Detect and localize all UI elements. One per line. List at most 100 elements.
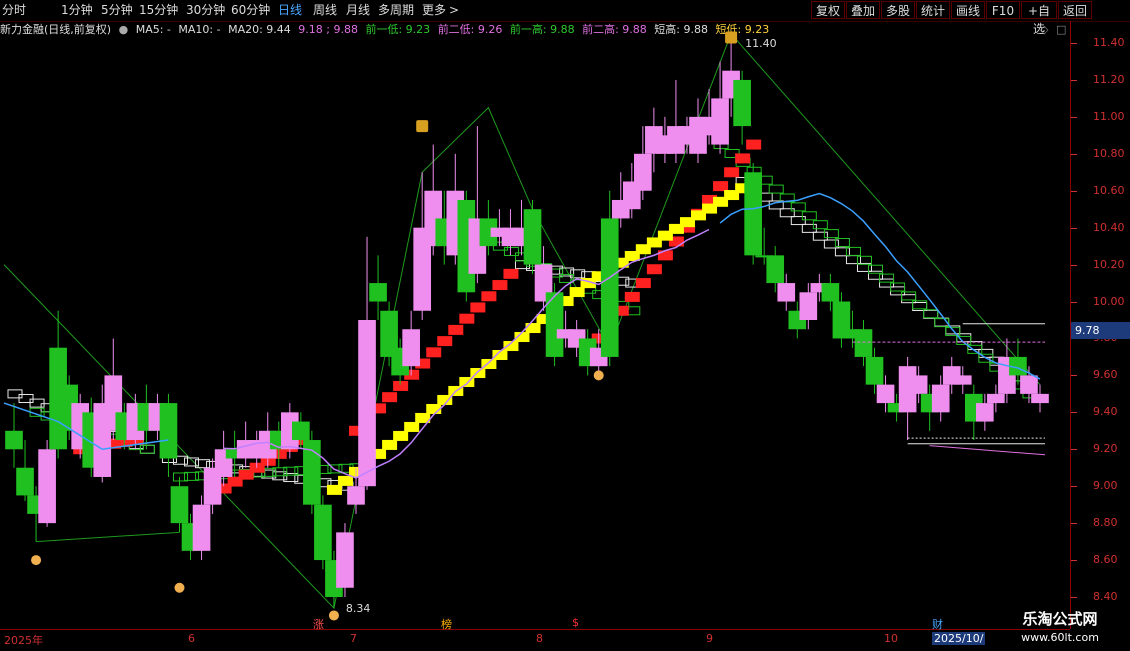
toolbar-button-5[interactable]: F10	[986, 1, 1020, 19]
hand-pointer-icon	[31, 555, 42, 566]
red-step	[635, 278, 651, 289]
date-label: 8	[536, 632, 543, 645]
toolbar-button-1[interactable]: 叠加	[846, 1, 880, 19]
candle-body	[600, 218, 619, 357]
candle-body	[777, 283, 796, 302]
candle-body	[799, 292, 818, 320]
candle-body	[292, 421, 310, 441]
top-marker-icon	[725, 31, 738, 44]
candle-body	[909, 375, 928, 394]
price-tick: 10.00	[1093, 294, 1125, 308]
green-step	[879, 273, 895, 283]
green-step	[901, 291, 917, 301]
green-step	[768, 184, 784, 194]
yellow-step	[404, 421, 420, 432]
yellow-step	[337, 475, 353, 486]
price-tick-mark	[1071, 301, 1077, 303]
price-tick: 10.80	[1093, 146, 1125, 160]
event-marker[interactable]: 涨	[313, 616, 324, 632]
candle-body	[634, 153, 652, 191]
toolbar-button-7[interactable]: 返回	[1058, 1, 1092, 19]
red-step	[382, 392, 398, 403]
price-tick: 11.20	[1093, 72, 1125, 86]
red-step	[426, 347, 442, 358]
candle-body	[159, 403, 178, 459]
period-toolbar: 分时 1分钟 5分钟 15分钟 30分钟 60分钟 日线 周线 月线 多周期 更多 > 复权 叠加 多股 统计…	[0, 0, 1130, 36]
candle-body	[1031, 393, 1049, 404]
white-step	[18, 393, 34, 403]
high-price-label: 11.40	[745, 37, 777, 50]
green-step	[184, 471, 200, 481]
period-tab-0[interactable]: 分时	[2, 2, 26, 18]
candle-body	[987, 393, 1005, 404]
price-tick: 8.80	[1093, 516, 1118, 530]
price-tick-mark	[1071, 560, 1077, 562]
toolbar-button-4[interactable]: 画线	[951, 1, 985, 19]
candle-body	[876, 384, 895, 404]
candle-body	[953, 375, 972, 385]
price-tick: 8.40	[1093, 590, 1118, 603]
toolbar-button-2[interactable]: 多股	[881, 1, 915, 19]
price-tick-mark	[1071, 597, 1077, 598]
period-tab-4[interactable]: 30分钟	[186, 2, 225, 18]
trend-line	[3, 32, 1041, 610]
candle-body	[1020, 375, 1038, 394]
kline-chart[interactable]: 11.40 8.34	[0, 21, 1070, 629]
date-label: 7	[350, 632, 357, 645]
candle-body	[976, 403, 994, 422]
date-label: 6	[188, 632, 195, 645]
candle-body	[854, 329, 873, 357]
white-step	[812, 231, 828, 241]
toolbar-button-6[interactable]: +自选	[1021, 1, 1057, 36]
price-tick-mark	[1071, 190, 1077, 192]
red-step	[437, 336, 453, 347]
event-marker[interactable]: 财	[932, 616, 943, 632]
price-tick: 9.40	[1093, 405, 1118, 419]
price-tick: 9.60	[1093, 368, 1118, 382]
period-tab-6[interactable]: 日线	[278, 2, 302, 18]
date-axis: 2025年 6 7 8 9 10 2025/10/涨 榜 $ 财	[0, 616, 1070, 651]
candle-body	[821, 283, 840, 302]
period-tab-7[interactable]: 周线	[313, 2, 337, 18]
candle-body	[865, 356, 884, 385]
white-step	[901, 294, 917, 304]
event-marker[interactable]: $	[572, 616, 579, 629]
white-step	[923, 309, 939, 319]
candle-body	[358, 320, 376, 487]
price-tick-mark	[1071, 523, 1077, 525]
period-tab-8[interactable]: 月线	[346, 2, 370, 18]
candle-body	[16, 467, 34, 496]
candle-body	[744, 172, 762, 256]
event-marker[interactable]: 榜	[441, 616, 452, 632]
hand-pointer-icon	[593, 370, 604, 381]
period-tab-3[interactable]: 15分钟	[139, 2, 178, 18]
red-step	[459, 313, 475, 324]
more-chevron-icon[interactable]: >	[449, 2, 459, 18]
period-tab-2[interactable]: 5分钟	[101, 2, 133, 18]
toolbar-button-3[interactable]: 统计	[916, 1, 950, 19]
price-tick-mark	[1071, 449, 1077, 451]
white-step	[790, 216, 806, 226]
toolbar-button-0[interactable]: 复权	[811, 1, 845, 19]
white-step	[7, 389, 23, 399]
red-step	[470, 302, 486, 313]
price-tick-mark	[1071, 375, 1077, 377]
green-step	[790, 202, 806, 212]
hand-pointer-icon	[174, 582, 185, 593]
candle-body	[170, 486, 189, 524]
period-tab-1[interactable]: 1分钟	[61, 2, 93, 18]
period-tab-5[interactable]: 60分钟	[231, 2, 270, 18]
period-tab-9[interactable]: 多周期	[378, 2, 414, 18]
red-step	[713, 181, 729, 192]
candle-body	[766, 255, 785, 284]
green-step	[172, 472, 188, 482]
date-label: 9	[706, 632, 713, 645]
red-step	[481, 291, 497, 302]
candle-body	[38, 449, 56, 524]
red-step	[657, 250, 673, 261]
period-tab-10[interactable]: 更多	[422, 2, 446, 18]
white-step	[779, 208, 795, 218]
green-step	[845, 246, 861, 256]
red-step	[724, 167, 740, 178]
yellow-step	[382, 439, 398, 450]
